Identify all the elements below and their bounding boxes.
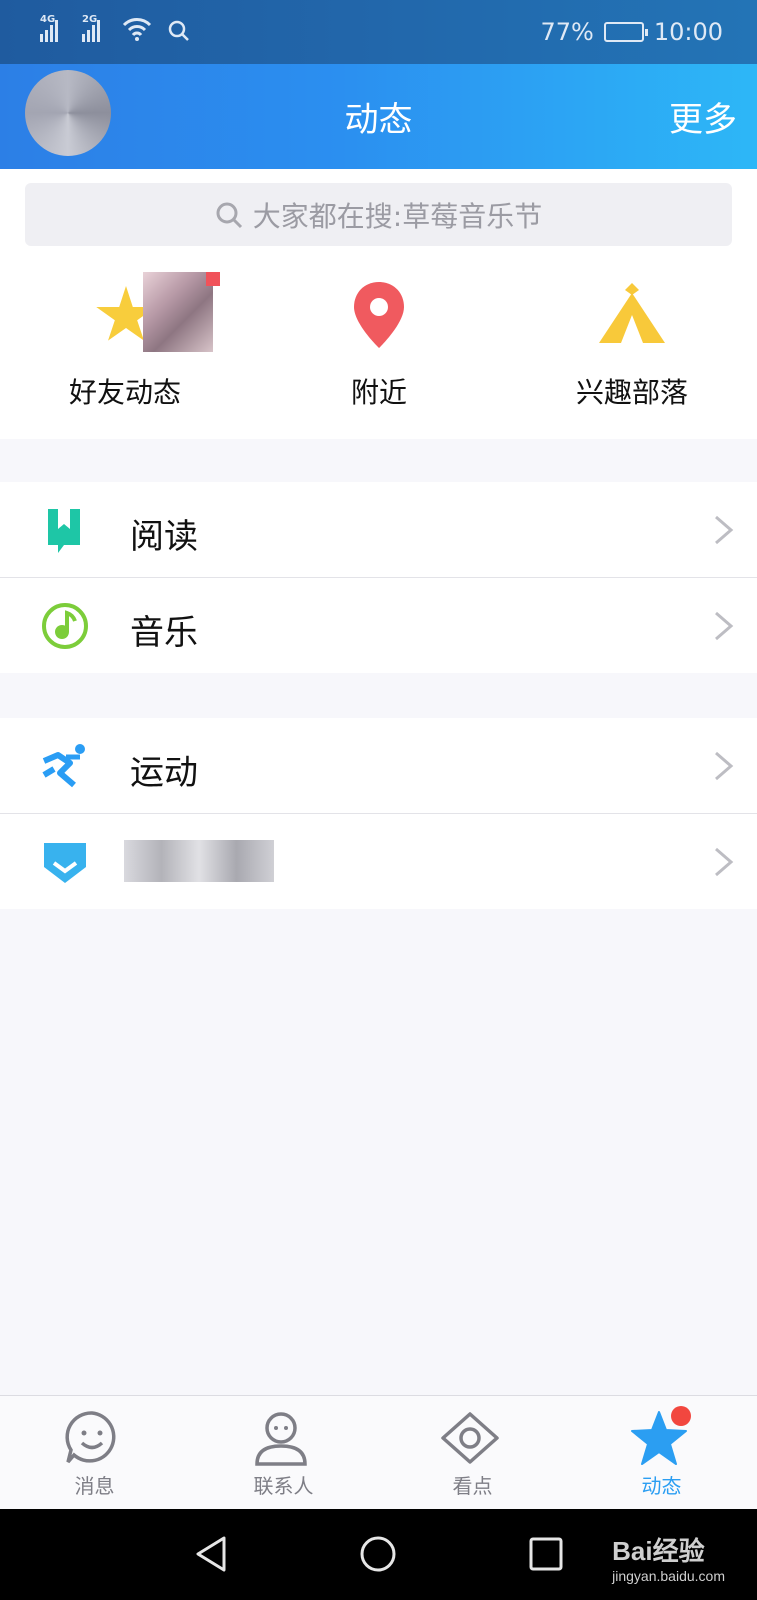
smiley-chat-icon xyxy=(65,1411,116,1464)
friends-feed-icon xyxy=(95,272,220,352)
music-note-icon xyxy=(42,603,88,649)
list-item-label: 阅读 xyxy=(130,517,198,557)
shortcut-label: 好友动态 xyxy=(68,376,181,409)
list-item-label: 音乐 xyxy=(130,613,198,653)
watermark: Bai经验 jingyan.baidu.com xyxy=(612,1531,725,1584)
more-button[interactable]: 更多 xyxy=(669,92,737,141)
back-icon[interactable] xyxy=(192,1534,232,1574)
contact-person-icon xyxy=(255,1412,307,1466)
obscured-label xyxy=(124,840,274,882)
shortcut-label: 附近 xyxy=(350,376,407,409)
recents-icon[interactable] xyxy=(526,1534,566,1574)
bottom-tab-bar: 消息 联系人 看点 动态 xyxy=(0,1395,757,1509)
tent-icon xyxy=(599,283,665,343)
signal-2g-icon: 2G xyxy=(82,14,100,42)
chevron-right-icon xyxy=(715,515,734,545)
network-type-1: 4G xyxy=(40,14,56,25)
page-title: 动态 xyxy=(344,100,413,140)
bookmark-book-icon xyxy=(48,509,80,553)
wifi-icon xyxy=(122,18,152,41)
status-bar: 4G 2G 77% 10:00 xyxy=(0,0,757,64)
network-type-2: 2G xyxy=(82,14,98,25)
status-right: 77% 10:00 xyxy=(540,18,723,46)
battery-percent: 77% xyxy=(540,18,594,46)
chevron-right-icon xyxy=(715,611,734,641)
chevron-right-icon xyxy=(715,751,734,781)
signal-4g-icon: 4G xyxy=(40,14,58,42)
tab-feed[interactable]: 动态 xyxy=(567,1396,756,1510)
shortcut-friends-feed[interactable]: 好友动态 xyxy=(25,169,225,439)
system-navigation-bar: Bai经验 jingyan.baidu.com xyxy=(0,1509,757,1600)
watermark-url: jingyan.baidu.com xyxy=(612,1568,725,1584)
watermark-brand: Bai经验 xyxy=(612,1536,705,1566)
list-item-label: 运动 xyxy=(130,753,198,793)
shortcut-label: 兴趣部落 xyxy=(575,376,688,409)
status-left: 4G 2G xyxy=(40,14,190,42)
tab-label: 消息 xyxy=(74,1474,115,1498)
list-item-obscured[interactable] xyxy=(0,814,757,909)
shortcut-nearby[interactable]: 附近 xyxy=(279,169,479,439)
chevron-right-icon xyxy=(715,847,734,877)
list-item-sports[interactable]: 运动 xyxy=(0,718,757,813)
tab-label: 动态 xyxy=(641,1474,682,1498)
tab-kandian[interactable]: 看点 xyxy=(378,1396,567,1510)
list-item-reading[interactable]: 阅读 xyxy=(0,482,757,577)
shortcut-interest-tribe[interactable]: 兴趣部落 xyxy=(532,169,732,439)
eye-icon xyxy=(441,1412,499,1464)
notification-badge xyxy=(671,1406,691,1426)
home-icon[interactable] xyxy=(358,1534,398,1574)
tab-label: 联系人 xyxy=(253,1474,314,1498)
battery-icon xyxy=(603,22,648,42)
tab-label: 看点 xyxy=(452,1474,493,1498)
list-item-music[interactable]: 音乐 xyxy=(0,578,757,673)
top-panel: 大家都在搜:草莓音乐节 好友动态 附近 兴趣部落 xyxy=(0,169,757,439)
running-icon xyxy=(42,744,85,788)
shield-icon xyxy=(44,843,86,883)
app-header: 4G 2G 77% 10:00 动态 更多 xyxy=(0,0,757,169)
search-status-icon xyxy=(168,20,189,41)
clock: 10:00 xyxy=(653,18,723,46)
tab-messages[interactable]: 消息 xyxy=(0,1396,189,1510)
tab-contacts[interactable]: 联系人 xyxy=(189,1396,378,1510)
location-pin-icon xyxy=(354,282,404,348)
